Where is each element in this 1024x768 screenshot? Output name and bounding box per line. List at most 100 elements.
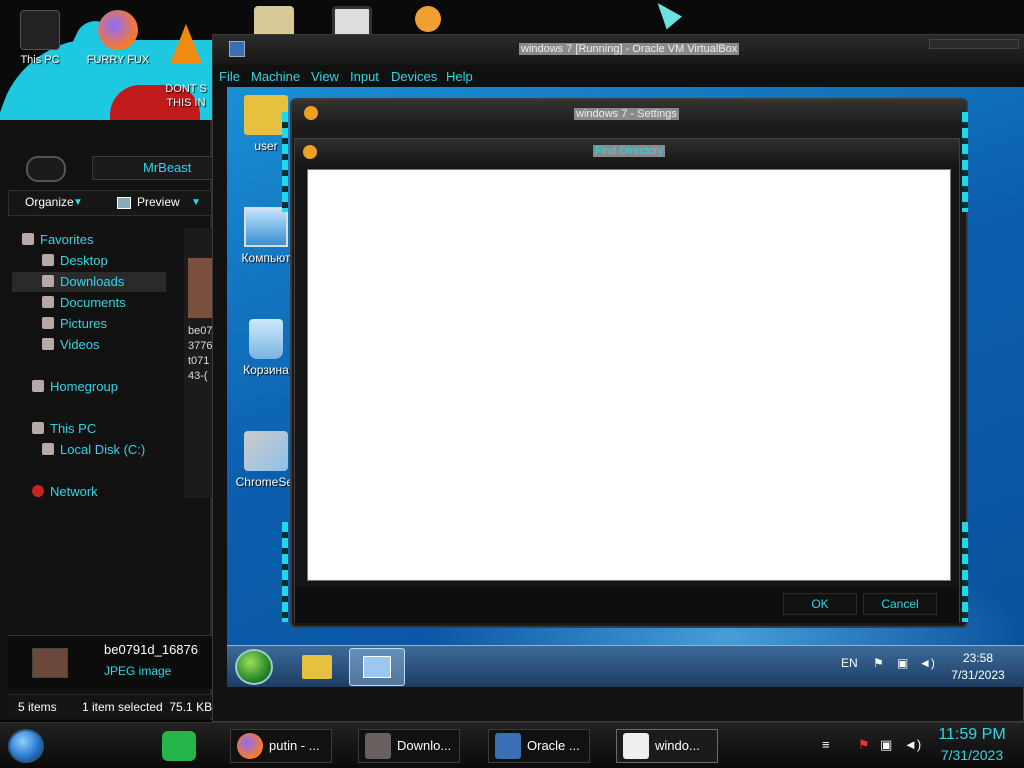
computer-icon	[32, 422, 44, 434]
guest-start-button[interactable]	[235, 649, 273, 685]
navigation-pane: Favorites Desktop Downloads Documents Pi…	[8, 222, 168, 632]
desktop-icon-furry-fux[interactable]: FURRY FUX	[80, 10, 156, 66]
network-icon	[32, 485, 44, 497]
menu-input[interactable]: Input	[350, 69, 379, 84]
desktop-icon	[42, 254, 54, 266]
desktop-icon-user[interactable]	[390, 6, 466, 36]
guest-network-icon[interactable]: ▣	[897, 656, 908, 670]
file-list: be07 3776 t071 43-(	[184, 228, 212, 498]
nav-local-disk[interactable]: Local Disk (C:)	[42, 440, 145, 460]
pictures-icon	[42, 317, 54, 329]
volume-icon[interactable]: ◄)	[904, 737, 921, 752]
menu-view[interactable]: View	[311, 69, 339, 84]
installer-icon	[244, 431, 288, 471]
homegroup-icon	[32, 380, 44, 392]
guest-control-panel-icon[interactable]	[349, 648, 405, 686]
menu-machine[interactable]: Machine	[251, 69, 300, 84]
settings-gear-icon	[303, 145, 317, 159]
preview-button[interactable]: Preview	[137, 195, 180, 209]
frame-decoration	[962, 112, 968, 212]
menu-devices[interactable]: Devices	[391, 69, 437, 84]
organize-button[interactable]: Organize	[25, 195, 74, 209]
downloads-icon	[42, 275, 54, 287]
star-icon	[22, 233, 34, 245]
action-center-icon[interactable]: ⚑	[858, 737, 870, 753]
vlc-cone-icon	[170, 24, 202, 64]
host-taskbar: putin - ... Downlo... Oracle ... windo..…	[0, 722, 1024, 768]
explorer-toolbar: Organize ▼ Preview ▼	[8, 190, 212, 216]
documents-icon	[42, 296, 54, 308]
file-name: be07 3776 t071 43-(	[188, 325, 213, 382]
settings-titlebar[interactable]: windows 7 - Settings	[292, 100, 966, 128]
frame-decoration	[282, 522, 288, 622]
guest-taskbar: EN ⚑ ▣ ◄) 23:58 7/31/2023	[227, 645, 1024, 687]
menu-help[interactable]: Help	[446, 69, 473, 84]
status-items: 5 items	[18, 700, 57, 714]
window-controls[interactable]	[929, 39, 1019, 49]
firefox-icon	[98, 10, 138, 50]
guest-action-center-icon[interactable]: ⚑	[873, 656, 884, 670]
task-explorer[interactable]: Downlo...	[358, 729, 460, 763]
show-hidden-icons-icon[interactable]: ≡	[822, 737, 830, 752]
find-directory-dialog: Find Directory OK Cancel	[294, 138, 960, 623]
preview-chevron-icon: ▼	[191, 197, 201, 208]
task-firefox[interactable]: putin - ...	[230, 729, 332, 763]
frame-decoration	[282, 112, 288, 212]
host-clock[interactable]: 11:59 PM 7/31/2023	[926, 725, 1018, 765]
organize-chevron-icon: ▼	[73, 197, 83, 208]
status-selection: 1 item selected 75.1 KB	[82, 700, 213, 714]
notes-app-icon[interactable]	[162, 731, 196, 761]
vbox-title: windows 7 [Running] - Oracle VM VirtualB…	[519, 43, 740, 55]
settings-title: windows 7 - Settings	[574, 108, 679, 120]
task-windows7-vm[interactable]: windo...	[616, 729, 718, 763]
nav-downloads[interactable]: Downloads	[12, 272, 166, 292]
details-filename: be0791d_16876	[104, 642, 198, 657]
breadcrumb[interactable]: MrBeast	[92, 156, 222, 180]
desktop-icon-this-pc[interactable]: This PC	[2, 10, 78, 66]
file-thumbnail[interactable]	[188, 258, 212, 318]
explorer-icon	[365, 733, 391, 759]
recycle-bin-icon	[249, 319, 283, 359]
back-forward-icon[interactable]	[26, 156, 66, 182]
guest-language[interactable]: EN	[841, 656, 858, 670]
guest-volume-icon[interactable]: ◄)	[919, 656, 935, 670]
nav-desktop[interactable]: Desktop	[42, 251, 108, 271]
computer-icon	[20, 10, 60, 50]
find-directory-titlebar[interactable]: Find Directory	[295, 139, 959, 165]
vbox-titlebar[interactable]: windows 7 [Running] - Oracle VM VirtualB…	[213, 35, 1024, 65]
nav-pictures[interactable]: Pictures	[42, 314, 107, 334]
cancel-button[interactable]: Cancel	[863, 593, 937, 615]
details-thumbnail	[32, 648, 68, 678]
directory-tree[interactable]	[307, 169, 951, 581]
address-bar: MrBeast	[8, 150, 222, 188]
firefox-icon	[237, 733, 263, 759]
details-pane: be0791d_16876 JPEG image	[8, 635, 212, 689]
find-directory-title: Find Directory	[593, 145, 666, 157]
start-button[interactable]	[8, 729, 44, 763]
nav-network[interactable]: Network	[32, 482, 98, 502]
task-virtualbox[interactable]: Oracle ...	[488, 729, 590, 763]
screen: This PC FURRY FUX DONT S THIS IN MrBeast…	[0, 0, 1024, 768]
vbox-menubar: File Machine View Input Devices Help	[213, 65, 1024, 87]
nav-this-pc[interactable]: This PC	[32, 419, 96, 439]
preview-icon	[117, 197, 131, 209]
nav-documents[interactable]: Documents	[42, 293, 126, 313]
guest-explorer-icon[interactable]	[289, 648, 345, 686]
windows7-vm-icon	[623, 733, 649, 759]
dialog-button-row: OK Cancel	[295, 587, 959, 623]
details-filetype: JPEG image	[104, 664, 172, 678]
user-icon	[415, 6, 441, 32]
nav-homegroup[interactable]: Homegroup	[32, 377, 118, 397]
virtualbox-icon	[495, 733, 521, 759]
guest-clock[interactable]: 23:58 7/31/2023	[943, 650, 1013, 684]
ok-button[interactable]: OK	[783, 593, 857, 615]
videos-icon	[42, 338, 54, 350]
nav-videos[interactable]: Videos	[42, 335, 100, 355]
nav-favorites[interactable]: Favorites	[22, 230, 93, 250]
computer-icon	[244, 207, 288, 247]
virtualbox-icon	[229, 41, 245, 57]
settings-gear-icon	[304, 106, 318, 120]
menu-file[interactable]: File	[219, 69, 240, 84]
explorer-window: MrBeast Organize ▼ Preview ▼ Favorites D…	[0, 120, 798, 720]
network-icon[interactable]: ▣	[880, 737, 892, 753]
